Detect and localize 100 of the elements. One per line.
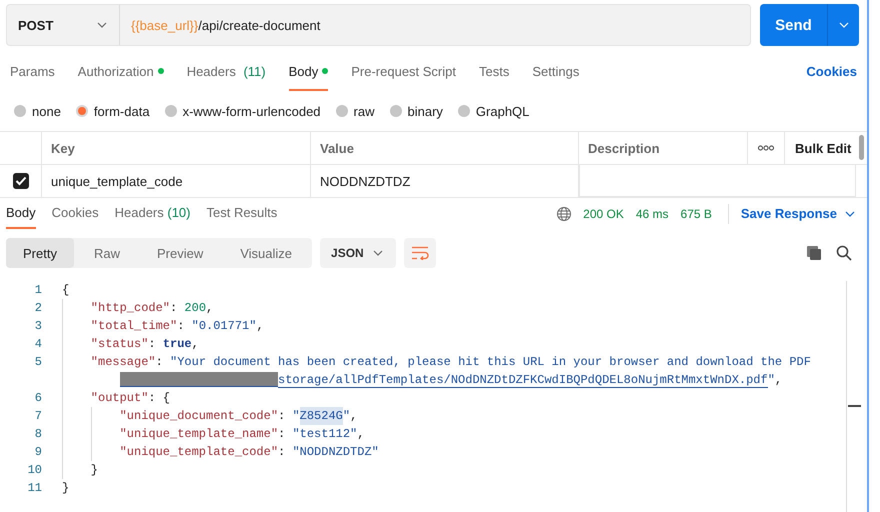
json-string: "NODDNZDTDZ" — [292, 444, 379, 461]
punctuation: : — [278, 426, 286, 443]
size-text: 675 B — [680, 206, 712, 222]
radio-label[interactable]: binary — [408, 104, 443, 118]
json-string: " — [342, 408, 350, 425]
line-number: 11 — [28, 481, 42, 495]
tab[interactable]: Authorization — [78, 53, 164, 91]
json-string: "0.01771" — [192, 318, 256, 335]
save-response-link[interactable]: Save Response — [740, 198, 837, 229]
tab[interactable]: Cookies — [52, 198, 99, 229]
radio-label[interactable]: raw — [354, 104, 374, 118]
line-number: 9 — [34, 445, 42, 459]
scrollbar-thumb[interactable] — [859, 135, 864, 160]
checkmark-icon — [14, 176, 26, 186]
time-text: 46 ms — [636, 206, 669, 222]
caret-icon — [845, 210, 855, 216]
send-button[interactable]: Send — [760, 4, 827, 46]
line-number: 4 — [34, 337, 42, 351]
line-number: 3 — [34, 319, 42, 333]
punctuation: { — [62, 282, 70, 299]
punctuation: : — [170, 300, 178, 317]
url-field[interactable]: {{base_url}}/api/create-document — [120, 4, 751, 46]
json-number: 200 — [184, 300, 206, 317]
punctuation: : { — [148, 390, 170, 407]
punctuation: , — [774, 372, 782, 389]
tab[interactable]: Headers (10) — [114, 198, 190, 229]
tab[interactable]: Tests — [479, 53, 510, 91]
line-number: 8 — [34, 427, 42, 441]
column-header: Key — [51, 140, 75, 156]
view-mode-tab[interactable]: Visualize — [223, 238, 310, 268]
json-string: " — [292, 408, 300, 425]
globe-icon — [556, 206, 572, 222]
radio-label[interactable]: GraphQL — [476, 104, 530, 118]
radio-button[interactable] — [76, 105, 88, 117]
punctuation: , — [256, 318, 264, 335]
checkbox[interactable] — [12, 173, 28, 189]
json-string: Z8524G — [300, 407, 343, 425]
json-key: "message" — [90, 353, 156, 371]
chevron-icon — [97, 22, 107, 28]
punctuation: , — [357, 426, 364, 443]
json-key: "unique_template_name" — [120, 425, 278, 443]
punctuation: : — [148, 336, 157, 353]
column-header: Value — [320, 140, 354, 156]
tab[interactable]: Test Results — [206, 198, 278, 229]
column-header: Description — [588, 140, 660, 156]
send-options-button[interactable] — [827, 4, 859, 46]
description-field[interactable] — [579, 165, 856, 197]
punctuation: } — [90, 462, 98, 479]
line-number: 6 — [34, 391, 42, 405]
radio-label[interactable]: x-www-form-urlencoded — [182, 104, 321, 118]
json-string: "test112" — [292, 426, 358, 443]
punctuation: : — [177, 318, 186, 335]
radio-button[interactable] — [164, 105, 177, 117]
cookies-link[interactable]: Cookies — [806, 53, 857, 91]
radio-label[interactable]: none — [32, 104, 61, 118]
copy-icon — [806, 245, 822, 261]
wrap-lines-button[interactable] — [404, 238, 436, 268]
line-number: 7 — [34, 409, 42, 423]
punctuation: : — [278, 408, 286, 425]
punctuation: : — [156, 354, 164, 371]
scrollbar[interactable] — [846, 281, 861, 512]
line-number: 2 — [34, 301, 42, 315]
tab[interactable]: Pre-request Script — [351, 53, 456, 91]
punctuation: , — [206, 300, 214, 317]
punctuation: , — [192, 336, 199, 353]
line-number: 5 — [34, 355, 42, 369]
radio-button[interactable] — [336, 105, 348, 117]
radio-button[interactable] — [458, 105, 470, 117]
radio-button[interactable] — [390, 105, 402, 117]
json-string: " — [768, 372, 775, 389]
punctuation: , — [350, 408, 358, 425]
radio-button[interactable] — [14, 105, 26, 117]
json-boolean: true — [162, 336, 192, 353]
view-mode-tab[interactable]: Pretty — [6, 238, 74, 268]
view-mode-tab[interactable]: Preview — [140, 238, 220, 268]
json-string: "Your document has been created, please hit this URL in your browser and download the PDF — [170, 354, 811, 371]
wrap-icon — [411, 246, 430, 260]
more-icon — [758, 145, 774, 151]
tab[interactable]: Body — [288, 53, 328, 91]
caret-icon — [838, 22, 848, 28]
json-key: "total_time" — [90, 317, 178, 335]
json-key: "http_code" — [90, 299, 170, 317]
json-key: "unique_document_code" — [120, 407, 278, 425]
json-key: "status" — [90, 335, 148, 353]
table-cell: NODDNZDTDZ — [320, 174, 410, 188]
radio-label[interactable]: form-data — [94, 104, 150, 118]
chevron-icon — [373, 250, 384, 256]
table-cell: unique_template_code — [51, 174, 183, 188]
json-key: "unique_template_code" — [120, 443, 278, 461]
bulk-edit-button[interactable]: Bulk Edit — [795, 140, 852, 156]
link[interactable]: storage/allPdfTemplates/NOdDNZDtDZFKCwdIBQPdQDEL8oNujmRtMmxtWnDX.pdf — [278, 371, 768, 388]
view-mode-tab[interactable]: Raw — [76, 238, 137, 268]
tab[interactable]: Headers (11) — [186, 53, 266, 91]
json-key: "output" — [90, 389, 148, 407]
tab[interactable]: Body — [6, 198, 36, 229]
tab[interactable]: Settings — [532, 53, 580, 91]
format-dropdown[interactable]: JSON — [320, 238, 396, 268]
method-dropdown[interactable]: POST — [6, 4, 120, 46]
status-text: 200 OK — [583, 206, 624, 222]
tab[interactable]: Params — [10, 53, 55, 91]
